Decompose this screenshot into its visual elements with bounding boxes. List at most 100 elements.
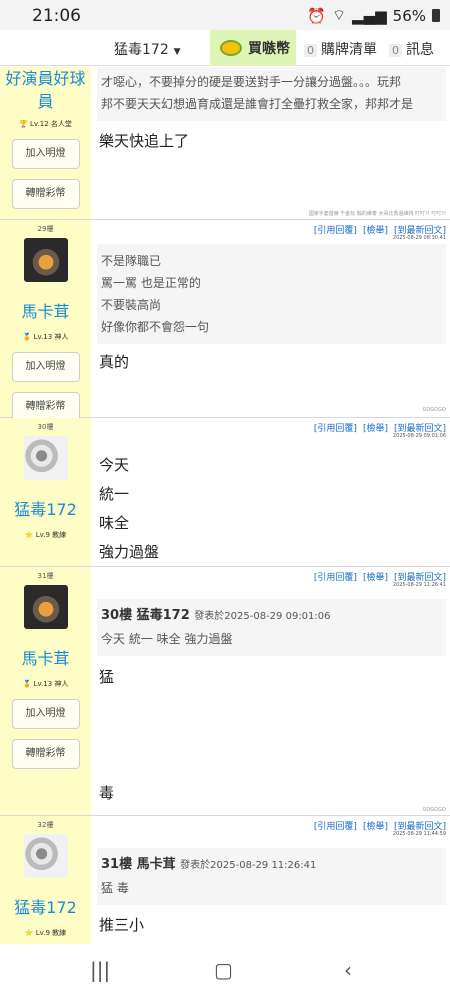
post-time: 2025-08-29 09:01:06 [392, 433, 446, 439]
alarm-icon: ⏰ [307, 6, 326, 25]
author-sidebar: 31樓 馬卡茸 🏅 Lv.13 神人 加入明燈 轉贈彩幣 [0, 567, 91, 815]
report-link[interactable]: [檢舉] [363, 424, 388, 434]
quote-line: 不是隊職已 [101, 254, 162, 268]
avatar[interactable] [23, 436, 68, 480]
quote-line: 好像你都不會怨一句 [101, 320, 210, 334]
floor-number: 31樓 [37, 572, 54, 580]
floor-number: 30樓 [37, 423, 54, 431]
messages-label: 訊息 [406, 42, 434, 58]
cart-label: 購牌清單 [321, 42, 377, 58]
recent-apps-icon[interactable]: ||| [90, 958, 110, 982]
post-time: 2025-08-29 11:44:59 [392, 831, 446, 837]
avatar[interactable] [23, 238, 68, 282]
top-nav: 猛毒172 ▼ 買嗾幣 0 購牌清單 0 訊息 [0, 30, 450, 66]
medal-icon: 🏅 [22, 680, 32, 688]
post-body: 味全 [99, 514, 130, 532]
author-sidebar: 32樓 猛毒172 ⭐ Lv.9 教練 [0, 816, 91, 944]
author-name[interactable]: 猛毒172 [0, 496, 91, 520]
author-name[interactable]: 猛毒172 [0, 894, 91, 918]
avatar[interactable] [23, 585, 68, 629]
post-body: 真的 [99, 353, 130, 371]
post-body: 樂天快追上了 [99, 132, 190, 150]
coin-icon [220, 40, 242, 56]
back-icon[interactable]: ‹ [344, 958, 352, 982]
author-level: 🏅 Lv.13 神人 [22, 333, 69, 341]
post-body: 毒 [99, 784, 115, 802]
quote-reply-link[interactable]: [引用回覆] [314, 573, 357, 583]
author-name[interactable]: 馬卡茸 [0, 645, 91, 669]
post-content: [引用回覆] [檢舉] [到最新回文] 2025-08-29 11:44:59 31… [91, 816, 450, 944]
join-beacon-button[interactable]: 加入明燈 [11, 699, 80, 729]
gift-coin-button[interactable]: 轉贈彩幣 [11, 739, 80, 769]
post: 30樓 猛毒172 ⭐ Lv.9 教練 [引用回覆] [檢舉] [到最新回文] 20… [0, 418, 450, 567]
quote-line: 罵一罵 也是正常的 [101, 276, 201, 290]
quote-line: 猛 毒 [101, 881, 129, 895]
join-beacon-button[interactable]: 加入明燈 [11, 139, 80, 169]
battery-level: 56% [392, 6, 426, 25]
author-name[interactable]: 好演員好球員 [0, 67, 91, 113]
post-body: 推三小 [99, 916, 145, 934]
author-level: 🏅 Lv.13 神人 [22, 680, 69, 688]
post: 29樓 馬卡茸 🏅 Lv.13 神人 加入明燈 轉贈彩幣 [引用回覆] [檢舉][… [0, 220, 450, 422]
messages-link[interactable]: 0 訊息 [389, 39, 434, 59]
star-icon: ⭐ [24, 531, 34, 539]
medal-icon: 🏅 [22, 333, 32, 341]
post-content: [引用回覆] [檢舉] [到最新回文] 2025-08-29 09:01:06 今天… [91, 418, 450, 566]
post-time: 2025-08-29 08:30:41 [392, 235, 446, 241]
author-sidebar: 29樓 馬卡茸 🏅 Lv.13 神人 加入明燈 轉贈彩幣 [0, 220, 91, 422]
author-sidebar: 好演員好球員 🏆 Lv.12 名人堂 加入明燈 轉贈彩幣 [0, 67, 91, 219]
user-menu[interactable]: 猛毒172 ▼ [114, 39, 181, 59]
signature: 國家手套首席 千金玩 輸的維泰 大哥比救還維持 叮叮?! 叮叮?! [308, 211, 446, 217]
post-content: [引用回覆] [檢舉] [到最新回文] 2025-08-29 08:30:41 不是… [91, 220, 450, 417]
star-icon: ⭐ [24, 929, 34, 937]
home-icon[interactable]: ▢ [214, 958, 233, 982]
post-body: 統一 [99, 485, 130, 503]
author-level: ⭐ Lv.9 教練 [24, 531, 67, 539]
signature: GOGOGO [422, 407, 446, 413]
report-link[interactable]: [檢舉] [363, 573, 388, 583]
author-name[interactable]: 馬卡茸 [0, 298, 91, 322]
clock: 21:06 [32, 6, 81, 26]
system-nav-bar: ||| ▢ ‹ [0, 944, 450, 1000]
status-icons: ⏰ ⌔ ▂▄▆ 56% [307, 6, 440, 25]
wifi-icon: ⌔ [331, 6, 347, 24]
user-menu-label: 猛毒172 [114, 42, 169, 58]
report-link[interactable]: [檢舉] [363, 226, 388, 236]
post-time: 2025-08-29 11:26:41 [392, 582, 446, 588]
quote-block: 不是隊職已 罵一罵 也是正常的 不要裝高尚 好像你都不會怨一句 [97, 244, 446, 344]
battery-icon [432, 9, 440, 22]
report-link[interactable]: [檢舉] [363, 822, 388, 832]
join-beacon-button[interactable]: 加入明燈 [11, 352, 80, 382]
quote-header: 30樓 猛毒172 發表於2025-08-29 09:01:06 [101, 608, 331, 623]
signal-icon: ▂▄▆ [352, 6, 387, 25]
post-feed[interactable]: 好演員好球員 🏆 Lv.12 名人堂 加入明燈 轉贈彩幣 才噁心，不要掉分的硬是… [0, 67, 450, 944]
post: 好演員好球員 🏆 Lv.12 名人堂 加入明燈 轉贈彩幣 才噁心，不要掉分的硬是… [0, 67, 450, 220]
quote-line: 今天 統一 味全 強力過盤 [101, 632, 233, 646]
post: 31樓 馬卡茸 🏅 Lv.13 神人 加入明燈 轉贈彩幣 [引用回覆] [檢舉][… [0, 567, 450, 816]
author-level: ⭐ Lv.9 教練 [24, 929, 67, 937]
cart-link[interactable]: 0 購牌清單 [304, 39, 377, 59]
post: 32樓 猛毒172 ⭐ Lv.9 教練 [引用回覆] [檢舉] [到最新回文] 20… [0, 816, 450, 944]
quote-header: 31樓 馬卡茸 發表於2025-08-29 11:26:41 [101, 857, 317, 872]
buy-coin-label: 買嗾幣 [248, 41, 290, 57]
quote-block: 31樓 馬卡茸 發表於2025-08-29 11:26:41 猛 毒 [97, 848, 446, 905]
author-sidebar: 30樓 猛毒172 ⭐ Lv.9 教練 [0, 418, 91, 566]
author-level: 🏆 Lv.12 名人堂 [19, 120, 72, 128]
post-content: [引用回覆] [檢舉] [到最新回文] 2025-08-29 11:26:41 30… [91, 567, 450, 815]
quote-reply-link[interactable]: [引用回覆] [314, 424, 357, 434]
gift-coin-button[interactable]: 轉贈彩幣 [11, 179, 80, 209]
quote-line: 才噁心，不要掉分的硬是要送對手一分讓分過盤。。。玩邦 [101, 75, 402, 89]
post-body: 今天 [99, 456, 130, 474]
quote-block: 才噁心，不要掉分的硬是要送對手一分讓分過盤。。。玩邦 邦不要天天幻想過育成還是誰… [97, 67, 446, 121]
signature: GOGOGO [422, 807, 446, 813]
quote-line: 邦不要天天幻想過育成還是誰會打全壘打救全家，邦邦才是 [101, 97, 414, 111]
floor-number: 29樓 [37, 225, 54, 233]
cart-count: 0 [304, 44, 317, 57]
quote-block: 30樓 猛毒172 發表於2025-08-29 09:01:06 今天 統一 味… [97, 599, 446, 656]
post-content: 才噁心，不要掉分的硬是要送對手一分讓分過盤。。。玩邦 邦不要天天幻想過育成還是誰… [91, 67, 450, 219]
post-body: 猛 [99, 668, 115, 686]
quote-reply-link[interactable]: [引用回覆] [314, 822, 357, 832]
avatar[interactable] [23, 834, 68, 878]
quote-reply-link[interactable]: [引用回覆] [314, 226, 357, 236]
buy-coin-button[interactable]: 買嗾幣 [210, 30, 296, 66]
